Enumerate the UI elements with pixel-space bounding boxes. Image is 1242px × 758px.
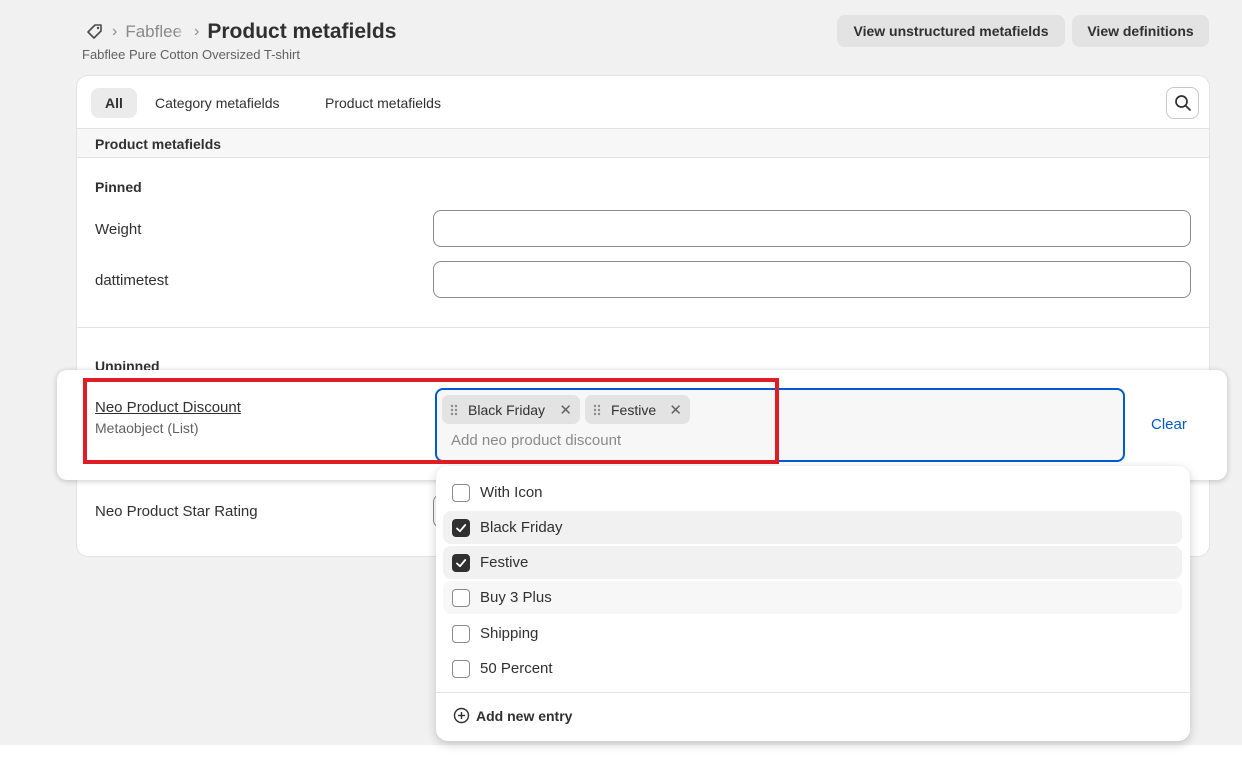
tab-category-metafields[interactable]: Category metafields <box>141 88 294 118</box>
section-header: Product metafields <box>77 129 1209 158</box>
tab-bar: All Category metafields Product metafiel… <box>77 76 1209 129</box>
option-label: Festive <box>480 554 529 571</box>
option-buy-3-plus[interactable]: Buy 3 Plus <box>443 581 1182 614</box>
options-dropdown: With Icon Black Friday Festive Buy 3 Plu… <box>436 466 1190 741</box>
add-new-entry-label: Add new entry <box>476 707 573 724</box>
view-definitions-button[interactable]: View definitions <box>1072 15 1209 47</box>
neo-product-discount-row: Neo Product Discount Metaobject (List) B… <box>57 370 1227 480</box>
remove-chip-icon[interactable]: ✕ <box>669 401 682 419</box>
page-header: › Fabflee › Product metafields Fabflee P… <box>82 15 1210 66</box>
neo-product-discount-type: Metaobject (List) <box>95 420 199 436</box>
option-label: 50 Percent <box>480 660 553 677</box>
clear-button[interactable]: Clear <box>1151 416 1187 433</box>
option-shipping[interactable]: Shipping <box>443 617 1182 650</box>
tab-all[interactable]: All <box>91 88 137 118</box>
option-black-friday[interactable]: Black Friday <box>443 511 1182 544</box>
tab-product-metafields[interactable]: Product metafields <box>311 88 455 118</box>
drag-handle-icon[interactable] <box>591 403 603 417</box>
checkbox[interactable] <box>452 483 470 502</box>
checkbox[interactable] <box>452 588 470 607</box>
checkmark-icon <box>456 558 467 567</box>
checkbox[interactable] <box>452 553 470 572</box>
checkbox[interactable] <box>452 518 470 537</box>
option-50-percent[interactable]: 50 Percent <box>443 652 1182 685</box>
checkbox[interactable] <box>452 624 470 643</box>
section-divider <box>77 327 1209 328</box>
option-festive[interactable]: Festive <box>443 546 1182 579</box>
breadcrumb-separator-icon: › <box>112 23 118 40</box>
plus-circle-icon <box>453 707 470 724</box>
dattimetest-input[interactable] <box>433 261 1191 298</box>
checkmark-icon <box>456 523 467 532</box>
view-unstructured-metafields-button[interactable]: View unstructured metafields <box>837 15 1065 47</box>
option-label: With Icon <box>480 484 543 501</box>
option-label: Shipping <box>480 625 539 642</box>
drag-handle-icon[interactable] <box>448 403 460 417</box>
chip-label: Black Friday <box>468 401 546 418</box>
chip-black-friday[interactable]: Black Friday ✕ <box>442 395 580 424</box>
breadcrumb: › Fabflee › Product metafields <box>84 18 396 46</box>
neo-product-discount-label[interactable]: Neo Product Discount <box>95 399 241 416</box>
chip-festive[interactable]: Festive ✕ <box>585 395 690 424</box>
search-button[interactable] <box>1166 87 1199 119</box>
chip-label: Festive <box>611 401 657 418</box>
page-title: Product metafields <box>207 20 397 43</box>
checkbox[interactable] <box>452 659 470 678</box>
weight-input[interactable] <box>433 210 1191 247</box>
dropdown-divider <box>436 692 1190 693</box>
neo-product-discount-input[interactable]: Black Friday ✕ Festive ✕ Add neo product… <box>435 388 1125 462</box>
page-subtitle: Fabflee Pure Cotton Oversized T-shirt <box>82 47 300 62</box>
remove-chip-icon[interactable]: ✕ <box>559 401 572 419</box>
weight-label: Weight <box>95 221 142 238</box>
breadcrumb-parent-link[interactable]: Fabflee <box>125 22 182 42</box>
neo-product-star-rating-label: Neo Product Star Rating <box>95 503 258 520</box>
dattimetest-label: dattimetest <box>95 272 169 289</box>
breadcrumb-fade <box>176 22 187 42</box>
page-bottom-strip <box>0 745 1242 758</box>
option-label: Black Friday <box>480 519 563 536</box>
add-new-entry-button[interactable]: Add new entry <box>453 707 572 724</box>
pinned-label: Pinned <box>95 179 142 195</box>
breadcrumb-separator-icon: › <box>194 23 200 40</box>
search-icon <box>1174 95 1191 111</box>
option-with-icon[interactable]: With Icon <box>443 476 1182 509</box>
option-label: Buy 3 Plus <box>480 589 552 606</box>
tag-icon[interactable] <box>84 22 104 42</box>
tag-input-placeholder[interactable]: Add neo product discount <box>451 432 621 449</box>
